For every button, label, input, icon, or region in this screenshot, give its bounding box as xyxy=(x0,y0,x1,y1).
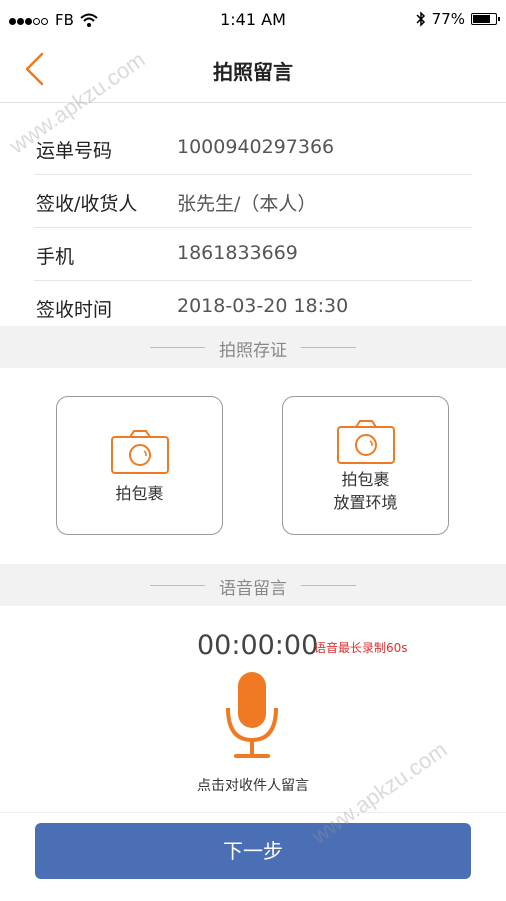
status-bar: FB 1:41 AM 77% xyxy=(0,0,506,40)
battery-percent: 77% xyxy=(431,10,465,28)
info-row-waybill: 运单号码 1000940297366 xyxy=(34,122,472,175)
info-value: 1000940297366 xyxy=(177,136,335,158)
camera-icon xyxy=(110,430,169,474)
divider xyxy=(301,585,356,586)
voice-section-header: 语音留言 xyxy=(0,564,506,606)
divider xyxy=(301,347,356,348)
info-label: 手机 xyxy=(36,246,75,268)
record-hint: 点击对收件人留言 xyxy=(197,778,309,794)
voice-section-title: 语音留言 xyxy=(219,579,287,599)
card-label: 拍包裹 xyxy=(115,484,164,503)
info-label: 签收时间 xyxy=(36,299,113,321)
record-voice-button[interactable] xyxy=(224,670,280,766)
page-title: 拍照留言 xyxy=(213,60,293,84)
card-label-line1: 拍包裹 xyxy=(341,470,390,489)
info-label: 运单号码 xyxy=(36,140,113,162)
camera-icon xyxy=(336,420,395,464)
info-label: 签收/收货人 xyxy=(36,193,138,215)
record-limit-note: 语音最长录制60s xyxy=(314,641,408,655)
nav-bar: 拍照留言 xyxy=(0,40,506,103)
waybill-info: 运单号码 1000940297366 签收/收货人 张先生/（本人） 手机 18… xyxy=(0,122,506,333)
info-row-receiver: 签收/收货人 张先生/（本人） xyxy=(34,175,472,228)
photo-section-header: 拍照存证 xyxy=(0,326,506,368)
info-value: 2018-03-20 18:30 xyxy=(177,295,349,317)
status-right: 77% xyxy=(416,10,500,28)
info-value: 张先生/（本人） xyxy=(177,193,317,215)
photo-package-button[interactable]: 拍包裹 xyxy=(56,396,223,535)
info-row-phone: 手机 1861833669 xyxy=(34,228,472,281)
card-label-line2: 放置环境 xyxy=(333,493,398,512)
record-timer: 00:00:00 xyxy=(197,630,319,661)
microphone-icon xyxy=(226,672,278,758)
info-value: 1861833669 xyxy=(177,242,298,264)
next-step-button[interactable]: 下一步 xyxy=(35,823,471,879)
photo-section-title: 拍照存证 xyxy=(219,341,287,361)
photo-environment-button[interactable]: 拍包裹 放置环境 xyxy=(282,396,449,535)
battery-icon xyxy=(471,13,500,25)
bluetooth-icon xyxy=(416,11,425,27)
